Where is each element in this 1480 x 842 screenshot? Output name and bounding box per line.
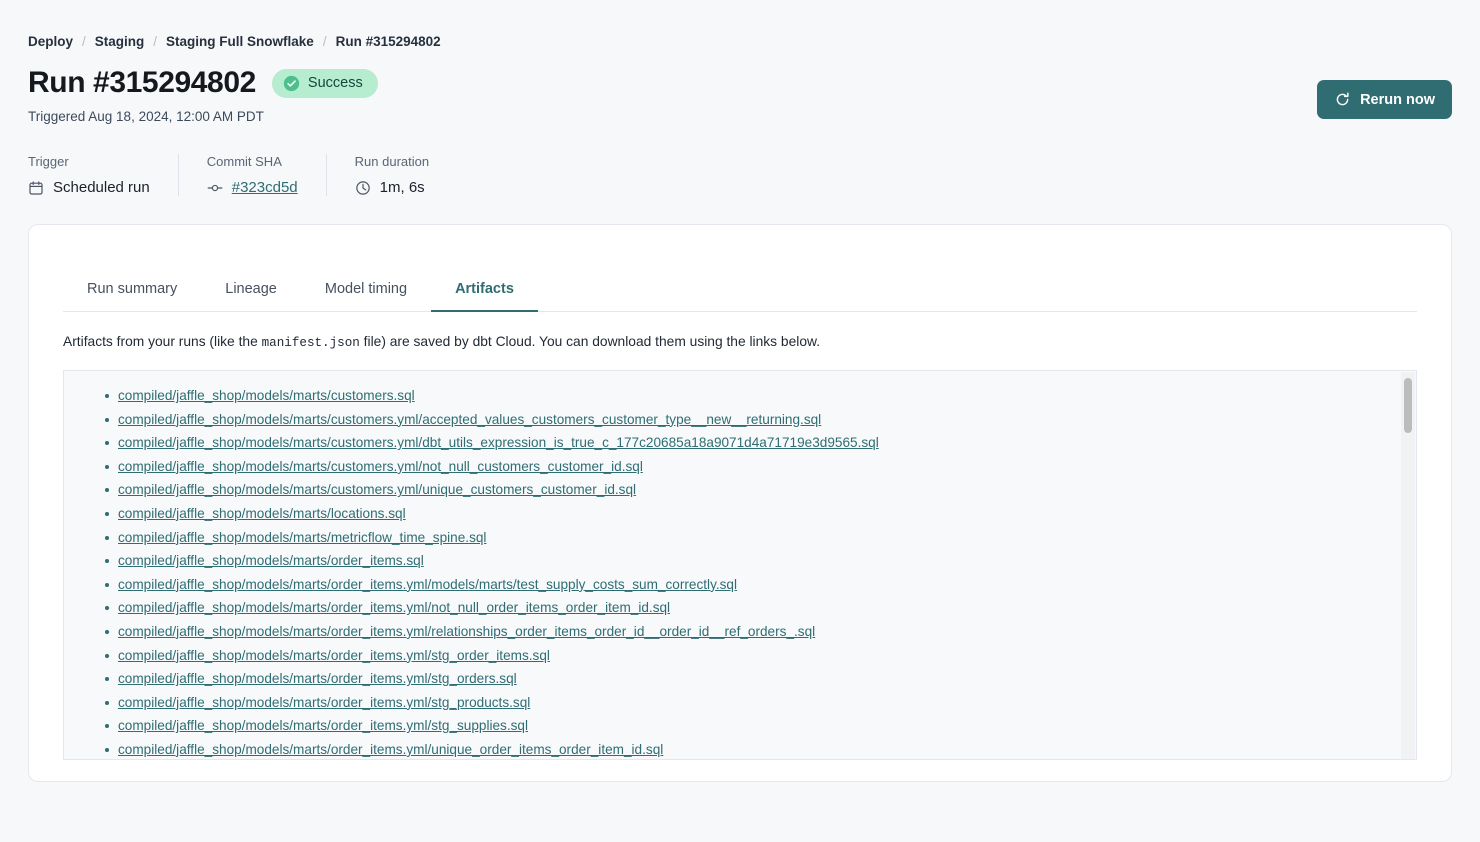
- artifacts-description: Artifacts from your runs (like the manif…: [63, 334, 1417, 350]
- artifact-list-item: compiled/jaffle_shop/models/marts/order_…: [105, 696, 1416, 710]
- artifact-link[interactable]: compiled/jaffle_shop/models/marts/order_…: [118, 624, 815, 639]
- meta-commit-sha-link[interactable]: #323cd5d: [232, 179, 298, 196]
- artifact-list-item: compiled/jaffle_shop/models/marts/locati…: [105, 507, 1416, 521]
- artifact-link[interactable]: compiled/jaffle_shop/models/marts/order_…: [118, 695, 530, 710]
- artifact-link[interactable]: compiled/jaffle_shop/models/marts/locati…: [118, 506, 406, 521]
- clock-icon: [355, 180, 371, 196]
- tab-artifacts[interactable]: Artifacts: [431, 269, 538, 312]
- artifact-list-item: compiled/jaffle_shop/models/marts/order_…: [105, 578, 1416, 592]
- artifact-list-item: compiled/jaffle_shop/models/marts/order_…: [105, 743, 1416, 757]
- artifact-link[interactable]: compiled/jaffle_shop/models/marts/custom…: [118, 388, 415, 403]
- artifact-link[interactable]: compiled/jaffle_shop/models/marts/custom…: [118, 412, 821, 427]
- artifact-list-item: compiled/jaffle_shop/models/marts/custom…: [105, 460, 1416, 474]
- meta-trigger-value: Scheduled run: [53, 179, 150, 196]
- title-row: Run #315294802 Success: [28, 66, 1452, 100]
- artifact-link[interactable]: compiled/jaffle_shop/models/marts/custom…: [118, 435, 879, 450]
- artifact-link[interactable]: compiled/jaffle_shop/models/marts/order_…: [118, 742, 663, 757]
- artifact-link[interactable]: compiled/jaffle_shop/models/marts/metric…: [118, 530, 486, 545]
- artifact-link[interactable]: compiled/jaffle_shop/models/marts/order_…: [118, 648, 550, 663]
- artifact-list-item: compiled/jaffle_shop/models/marts/custom…: [105, 413, 1416, 427]
- artifacts-list: compiled/jaffle_shop/models/marts/custom…: [64, 371, 1416, 757]
- breadcrumb-item-staging-full-snowflake[interactable]: Staging Full Snowflake: [166, 34, 314, 49]
- artifact-list-item: compiled/jaffle_shop/models/marts/order_…: [105, 625, 1416, 639]
- artifacts-scrollbar-thumb[interactable]: [1404, 378, 1412, 433]
- meta-trigger: Trigger Scheduled run: [28, 154, 178, 196]
- artifact-link[interactable]: compiled/jaffle_shop/models/marts/custom…: [118, 482, 636, 497]
- tab-bar: Run summary Lineage Model timing Artifac…: [63, 269, 1417, 312]
- meta-run-duration: Run duration 1m, 6s: [326, 154, 457, 196]
- artifacts-description-code: manifest.json: [262, 336, 360, 350]
- artifacts-description-after: file) are saved by dbt Cloud. You can do…: [360, 334, 820, 349]
- meta-run-duration-value: 1m, 6s: [380, 179, 425, 196]
- refresh-icon: [1334, 91, 1351, 108]
- breadcrumb-item-current-run: Run #315294802: [336, 34, 441, 49]
- meta-run-duration-label: Run duration: [355, 154, 429, 169]
- rerun-now-button[interactable]: Rerun now: [1317, 80, 1452, 119]
- git-commit-icon: [207, 180, 223, 196]
- artifact-link[interactable]: compiled/jaffle_shop/models/marts/order_…: [118, 577, 737, 592]
- artifact-link[interactable]: compiled/jaffle_shop/models/marts/order_…: [118, 671, 517, 686]
- breadcrumb-separator: /: [153, 34, 157, 49]
- artifact-list-item: compiled/jaffle_shop/models/marts/custom…: [105, 389, 1416, 403]
- meta-commit-sha: Commit SHA #323cd5d: [178, 154, 326, 196]
- artifact-list-item: compiled/jaffle_shop/models/marts/order_…: [105, 601, 1416, 615]
- artifact-link[interactable]: compiled/jaffle_shop/models/marts/custom…: [118, 459, 643, 474]
- artifact-list-item: compiled/jaffle_shop/models/marts/order_…: [105, 719, 1416, 733]
- meta-trigger-label: Trigger: [28, 154, 150, 169]
- check-circle-icon: [283, 75, 300, 92]
- meta-commit-sha-value-row: #323cd5d: [207, 179, 298, 196]
- run-detail-page: Deploy / Staging / Staging Full Snowflak…: [0, 0, 1480, 842]
- artifacts-scrollbar[interactable]: [1401, 372, 1415, 760]
- artifacts-description-before: Artifacts from your runs (like the: [63, 334, 262, 349]
- breadcrumb-item-staging[interactable]: Staging: [95, 34, 145, 49]
- run-metadata-row: Trigger Scheduled run Commit SHA #323cd5…: [28, 154, 1452, 196]
- status-badge: Success: [272, 69, 378, 98]
- artifact-list-item: compiled/jaffle_shop/models/marts/order_…: [105, 554, 1416, 568]
- rerun-now-label: Rerun now: [1360, 92, 1435, 108]
- run-detail-card: Run summary Lineage Model timing Artifac…: [28, 224, 1452, 782]
- artifact-list-item: compiled/jaffle_shop/models/marts/custom…: [105, 483, 1416, 497]
- page-title: Run #315294802: [28, 66, 256, 100]
- artifacts-panel: compiled/jaffle_shop/models/marts/custom…: [63, 370, 1417, 760]
- artifact-list-item: compiled/jaffle_shop/models/marts/order_…: [105, 649, 1416, 663]
- artifact-list-item: compiled/jaffle_shop/models/marts/order_…: [105, 672, 1416, 686]
- triggered-timestamp: Triggered Aug 18, 2024, 12:00 AM PDT: [28, 109, 1452, 124]
- breadcrumb-separator: /: [323, 34, 327, 49]
- breadcrumb-separator: /: [82, 34, 86, 49]
- status-badge-label: Success: [308, 75, 363, 91]
- artifact-link[interactable]: compiled/jaffle_shop/models/marts/order_…: [118, 718, 528, 733]
- meta-run-duration-value-row: 1m, 6s: [355, 179, 429, 196]
- tab-lineage[interactable]: Lineage: [201, 269, 301, 312]
- meta-trigger-value-row: Scheduled run: [28, 179, 150, 196]
- breadcrumb-item-deploy[interactable]: Deploy: [28, 34, 73, 49]
- meta-commit-sha-label: Commit SHA: [207, 154, 298, 169]
- calendar-icon: [28, 180, 44, 196]
- tab-run-summary[interactable]: Run summary: [63, 269, 201, 312]
- artifact-list-item: compiled/jaffle_shop/models/marts/custom…: [105, 436, 1416, 450]
- breadcrumb: Deploy / Staging / Staging Full Snowflak…: [28, 0, 1452, 49]
- tab-model-timing[interactable]: Model timing: [301, 269, 431, 312]
- artifact-link[interactable]: compiled/jaffle_shop/models/marts/order_…: [118, 600, 670, 615]
- artifact-link[interactable]: compiled/jaffle_shop/models/marts/order_…: [118, 553, 424, 568]
- artifact-list-item: compiled/jaffle_shop/models/marts/metric…: [105, 531, 1416, 545]
